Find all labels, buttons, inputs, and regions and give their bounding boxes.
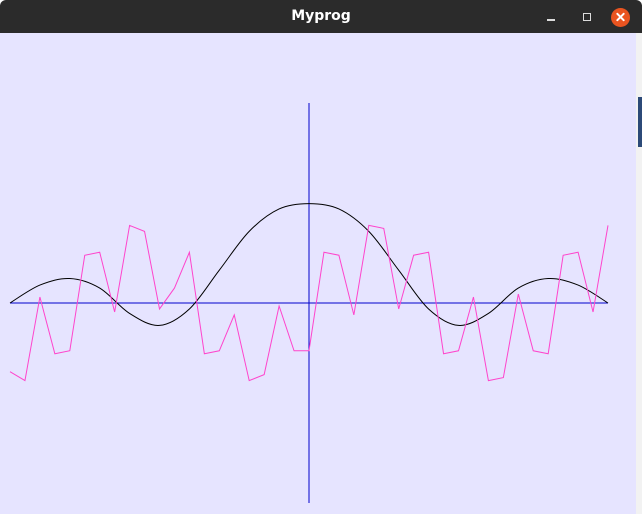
title-bar[interactable]: Myprog [0, 0, 642, 33]
plot-canvas [0, 33, 636, 514]
app-window: Myprog [0, 0, 642, 514]
close-button[interactable] [609, 6, 631, 28]
maximize-icon [583, 13, 591, 21]
maximize-button[interactable] [576, 6, 598, 28]
background-window-edge [636, 33, 642, 514]
plot-svg [9, 103, 609, 503]
background-window-accent [638, 97, 642, 147]
minimize-button[interactable] [540, 6, 562, 28]
close-icon [610, 7, 630, 27]
minimize-icon [547, 19, 555, 21]
